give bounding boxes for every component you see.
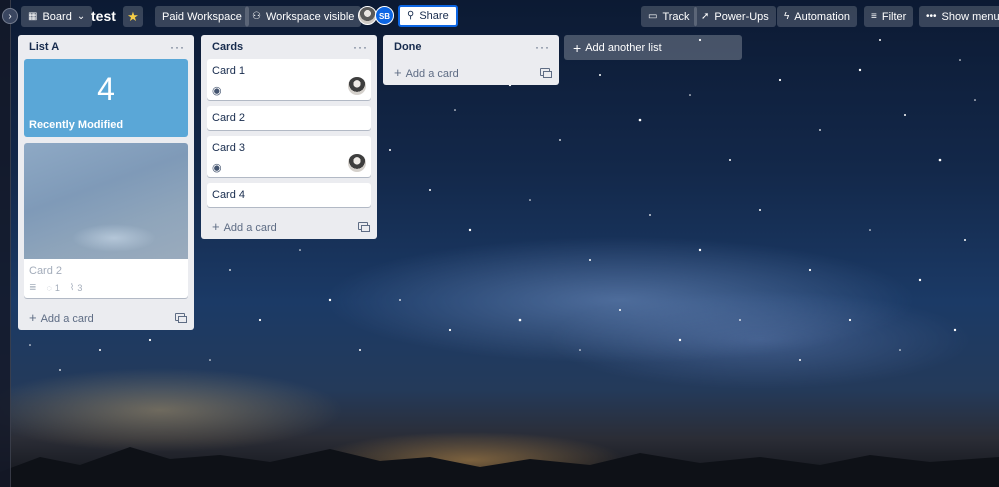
comment-count: 1 xyxy=(54,282,60,293)
board-header: ▦ Board ⌄ test ★ Paid Workspace ⚇ Worksp… xyxy=(0,0,999,33)
card-member-avatar[interactable] xyxy=(348,154,366,172)
cover-card[interactable]: Card 2 ≣ ◌ 1 ⌇ 3 xyxy=(24,143,188,298)
list-header[interactable]: Cards ··· xyxy=(201,35,377,59)
board-icon: ▦ xyxy=(28,10,38,22)
list-title[interactable]: Cards xyxy=(212,41,243,53)
list-header[interactable]: Done ··· xyxy=(383,35,559,59)
counter-label: Recently Modified xyxy=(29,119,124,131)
filter-icon: ≡ xyxy=(871,10,877,22)
attachment-icon: ⌇ xyxy=(69,282,75,292)
list-title[interactable]: List A xyxy=(29,41,59,53)
plus-icon: + xyxy=(394,64,402,80)
list-a: List A ··· 4 Recently Modified Card 2 ≣ … xyxy=(18,35,194,330)
people-icon: ⚇ xyxy=(252,10,261,22)
workspace-button[interactable]: Paid Workspace xyxy=(155,6,249,27)
visibility-button[interactable]: ⚇ Workspace visible xyxy=(245,6,362,27)
comment-icon: ◌ xyxy=(46,282,52,293)
description-icon: ≣ xyxy=(29,282,37,292)
member-avatar-sb[interactable]: SB xyxy=(375,6,394,25)
more-icon[interactable]: ··· xyxy=(170,40,185,54)
star-board-button[interactable]: ★ xyxy=(123,6,143,27)
board-switcher-button[interactable]: ▦ Board ⌄ xyxy=(21,6,93,27)
template-icon[interactable] xyxy=(358,222,370,232)
filter-button[interactable]: ≡ Filter xyxy=(864,6,914,27)
counter-value: 4 xyxy=(97,71,115,107)
add-card-button[interactable]: + Add a card xyxy=(18,304,194,330)
add-card-button[interactable]: + Add a card xyxy=(201,213,377,239)
track-icon: ▭ xyxy=(648,10,658,22)
list-title[interactable]: Done xyxy=(394,41,422,53)
plus-icon: + xyxy=(29,309,37,325)
powerups-icon: ➚ xyxy=(701,10,710,22)
template-icon[interactable] xyxy=(540,68,552,78)
add-another-list-button[interactable]: + Add another list xyxy=(564,35,742,60)
card-3[interactable]: Card 3 ◉ xyxy=(207,136,371,177)
card-title: Card 2 xyxy=(29,265,63,277)
sidebar-rail xyxy=(0,0,11,487)
attachment-count: 3 xyxy=(77,282,83,293)
card-4[interactable]: Card 4 xyxy=(207,183,371,207)
list-done: Done ··· + Add a card xyxy=(383,35,559,85)
share-icon: ⚲ xyxy=(407,10,415,21)
automation-icon: ϟ xyxy=(784,10,790,22)
more-icon[interactable]: ··· xyxy=(535,40,550,54)
card-2[interactable]: Card 2 xyxy=(207,106,371,130)
card-badges: ≣ ◌ 1 ⌇ 3 xyxy=(29,282,183,293)
eye-icon: ◉ xyxy=(212,85,222,97)
show-menu-button[interactable]: ••• Show menu xyxy=(919,6,999,27)
add-card-button[interactable]: + Add a card xyxy=(383,59,559,85)
card-member-avatar[interactable] xyxy=(348,77,366,95)
counter-card[interactable]: 4 Recently Modified xyxy=(24,59,188,137)
chevron-down-icon: ⌄ xyxy=(76,10,86,22)
card-cover-image xyxy=(24,143,188,259)
list-cards: Cards ··· Card 1 ◉ Card 2 Card 3 ◉ Card … xyxy=(201,35,377,239)
plus-icon: + xyxy=(212,218,220,234)
more-icon: ••• xyxy=(926,10,937,22)
automation-button[interactable]: ϟ Automation xyxy=(777,6,857,27)
board-title[interactable]: test xyxy=(91,8,116,24)
eye-icon: ◉ xyxy=(212,162,222,174)
track-button[interactable]: ▭ Track xyxy=(641,6,697,27)
template-icon[interactable] xyxy=(175,313,187,323)
card-1[interactable]: Card 1 ◉ xyxy=(207,59,371,100)
star-icon: ★ xyxy=(127,9,139,24)
powerups-button[interactable]: ➚ Power-Ups xyxy=(694,6,776,27)
more-icon[interactable]: ··· xyxy=(353,40,368,54)
mountain-silhouette xyxy=(0,447,999,487)
plus-icon: + xyxy=(573,39,582,56)
list-header[interactable]: List A ··· xyxy=(18,35,194,59)
share-button[interactable]: ⚲ Share xyxy=(398,5,458,27)
